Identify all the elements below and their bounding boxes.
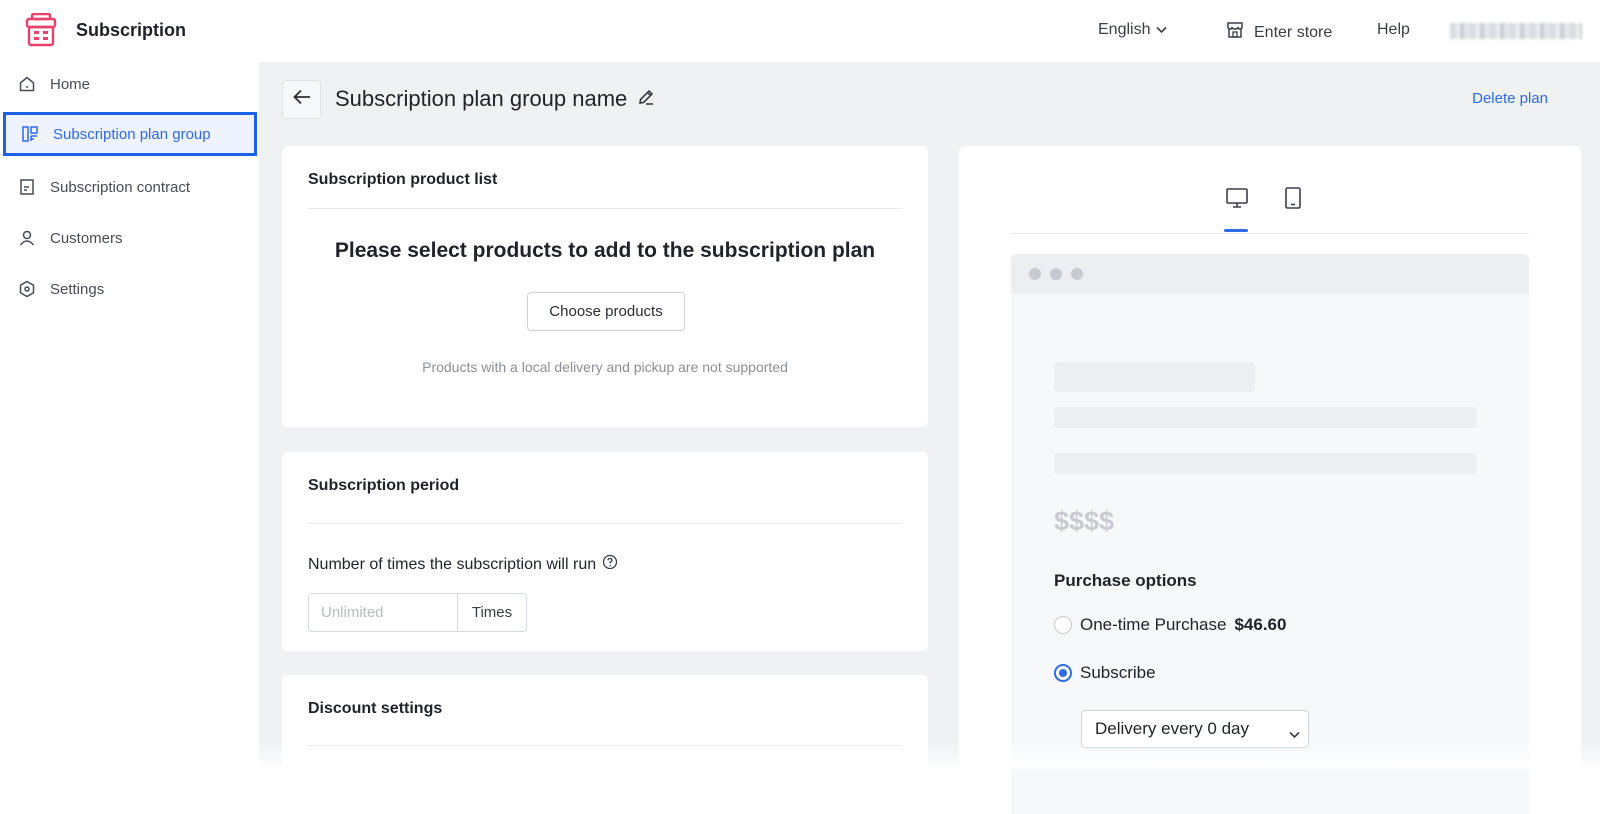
product-list-title: Subscription product list (308, 171, 498, 188)
subscription-period-card: Subscription period Number of times the … (282, 452, 928, 651)
sidebar-item-label: Home (50, 75, 91, 93)
preview-card: $$$$ Purchase options One-time Purchase … (959, 146, 1581, 814)
purchase-options-title: Purchase options (1054, 571, 1197, 590)
enter-store-link[interactable]: Enter store (1226, 21, 1332, 44)
delivery-frequency-select[interactable]: Delivery every 0 day (1081, 710, 1309, 748)
discount-settings-title: Discount settings (308, 700, 443, 717)
delivery-hint-text: Products with a local delivery and picku… (422, 359, 788, 375)
window-dot (1071, 268, 1083, 280)
product-list-card: Subscription product list Please select … (282, 146, 928, 427)
mobile-icon (1281, 186, 1305, 232)
discount-settings-card: Discount settings (282, 675, 928, 795)
tab-desktop-preview[interactable] (1224, 186, 1250, 232)
home-icon (17, 74, 37, 94)
main-content: Subscription plan group name Delete plan… (259, 62, 1600, 814)
divider (308, 208, 902, 209)
top-bar: Subscription English Enter store Help (0, 0, 1600, 62)
app-title: Subscription (76, 20, 187, 40)
subscription-logo-icon (24, 12, 58, 47)
divider (308, 745, 902, 746)
divider (308, 523, 902, 524)
help-link[interactable]: Help (1377, 21, 1410, 39)
times-suffix: Times (457, 594, 526, 631)
empty-state-title: Please select products to add to the sub… (334, 239, 876, 262)
one-time-label: One-time Purchase (1080, 615, 1227, 634)
settings-icon (17, 279, 37, 299)
run-times-label-text: Number of times the subscription will ru… (308, 555, 597, 573)
user-icon (17, 228, 37, 248)
chevron-down-icon (1289, 724, 1300, 744)
sidebar: Home Subscription plan group Subscriptio… (0, 62, 259, 769)
choose-products-button[interactable]: Choose products (527, 292, 685, 331)
sidebar-item-settings[interactable]: Settings (0, 267, 259, 311)
delete-plan-link[interactable]: Delete plan (1472, 90, 1548, 107)
sidebar-item-label: Customers (50, 229, 123, 247)
page-title: Subscription plan group name (335, 86, 655, 112)
one-time-purchase-option[interactable]: One-time Purchase $46.60 (1054, 615, 1286, 635)
sidebar-item-customers[interactable]: Customers (0, 216, 259, 260)
chevron-down-icon (1156, 21, 1168, 39)
price-placeholder: $$$$ (1054, 506, 1115, 536)
text-skeleton (1054, 407, 1477, 428)
subscribe-option[interactable]: Subscribe (1054, 663, 1156, 683)
tab-mobile-preview[interactable] (1280, 186, 1306, 232)
run-times-label: Number of times the subscription will ru… (308, 554, 618, 575)
subscribe-label: Subscribe (1080, 663, 1156, 682)
desktop-icon (1225, 186, 1249, 232)
language-selector[interactable]: English (1098, 21, 1168, 39)
edit-pencil-icon[interactable] (637, 86, 655, 112)
sidebar-item-subscription-contract[interactable]: Subscription contract (0, 165, 259, 209)
back-button[interactable] (282, 80, 321, 119)
run-times-input-group: Times (308, 593, 527, 632)
window-dot (1050, 268, 1062, 280)
window-dot (1029, 268, 1041, 280)
device-tabs (959, 186, 1581, 234)
subscription-period-title: Subscription period (308, 477, 460, 494)
language-label: English (1098, 21, 1151, 38)
text-skeleton (1054, 453, 1477, 474)
sidebar-item-label: Subscription contract (50, 178, 191, 196)
document-icon (17, 177, 37, 197)
layout-icon (20, 124, 40, 144)
help-circle-icon[interactable] (602, 554, 618, 575)
subscribe-radio[interactable] (1054, 664, 1072, 682)
store-icon (1226, 21, 1244, 44)
account-menu[interactable] (1450, 23, 1582, 39)
arrow-left-icon (292, 89, 311, 110)
run-times-input[interactable] (309, 594, 457, 631)
sidebar-item-home[interactable]: Home (0, 62, 259, 106)
one-time-radio[interactable] (1054, 616, 1072, 634)
page-title-text: Subscription plan group name (335, 86, 628, 111)
sidebar-item-label: Settings (50, 280, 105, 298)
sidebar-item-subscription-plan-group[interactable]: Subscription plan group (3, 112, 257, 156)
tabs-divider (1011, 233, 1529, 234)
one-time-price: $46.60 (1234, 615, 1287, 634)
enter-store-label: Enter store (1254, 23, 1333, 41)
title-skeleton (1054, 362, 1255, 392)
browser-chrome (1011, 254, 1529, 294)
storefront-preview: $$$$ Purchase options One-time Purchase … (1011, 254, 1529, 814)
sidebar-item-label: Subscription plan group (53, 125, 211, 143)
delivery-frequency-value: Delivery every 0 day (1095, 719, 1250, 738)
